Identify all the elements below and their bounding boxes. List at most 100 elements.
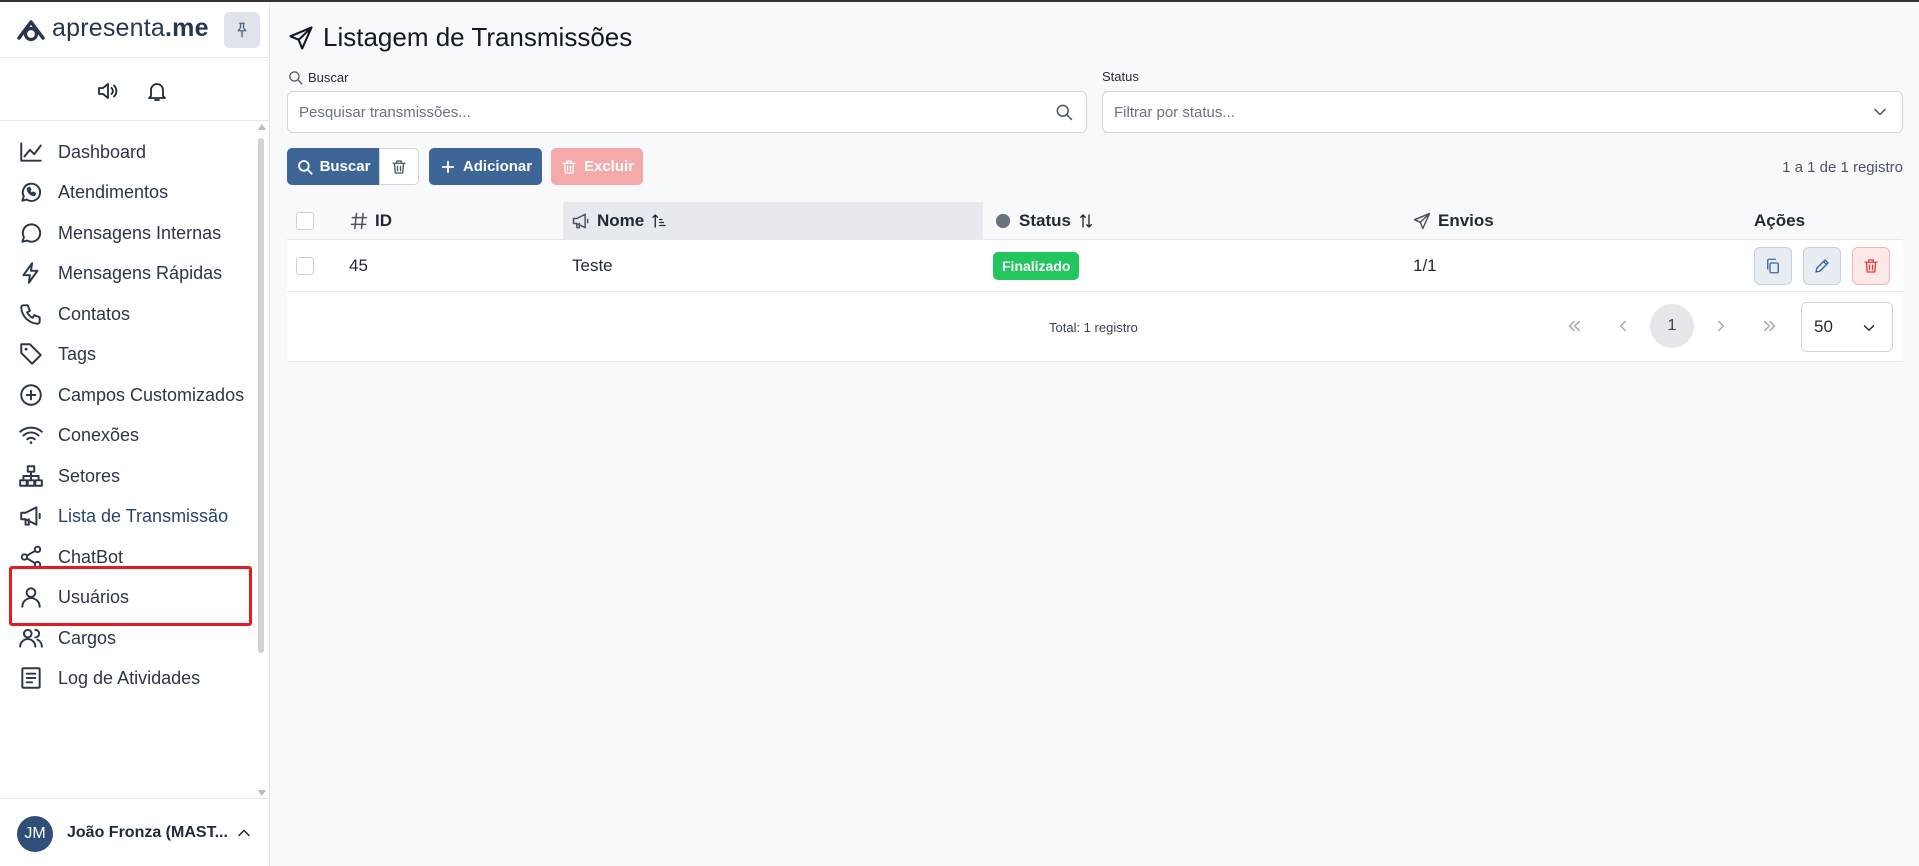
scroll-down-arrow[interactable]	[258, 790, 266, 796]
column-sends[interactable]: Envios	[1412, 202, 1494, 240]
sidebar-item-cargos[interactable]: Cargos	[18, 618, 250, 658]
chevron-down-icon	[1863, 325, 1875, 331]
page-size-value: 50	[1814, 317, 1833, 336]
sidebar-item-label: Tags	[58, 343, 97, 364]
trash-icon	[392, 159, 406, 174]
users-icon	[19, 628, 43, 648]
search-label: Buscar	[287, 69, 348, 86]
plus-icon	[441, 160, 455, 173]
sidebar-item-conexoes[interactable]: Conexões	[18, 415, 250, 455]
search-button[interactable]: Buscar	[287, 148, 379, 185]
status-badge: Finalizado	[993, 252, 1080, 280]
send-icon	[289, 25, 313, 50]
add-button-label: Adicionar	[462, 158, 533, 175]
clear-filters-button[interactable]	[379, 148, 419, 185]
sidebar-item-atendimentos[interactable]: Atendimentos	[18, 172, 250, 212]
select-all-cell	[296, 202, 326, 240]
cell-sends: 1/1	[1413, 256, 1437, 275]
sort-icon[interactable]	[1077, 212, 1095, 230]
sidebar-item-chatbot[interactable]: ChatBot	[18, 537, 250, 577]
logo-icon	[17, 20, 45, 42]
search-field[interactable]	[287, 91, 1087, 133]
column-id[interactable]: ID	[349, 202, 392, 240]
user-name: João Fronza (MAST...	[67, 824, 228, 841]
delete-row-button[interactable]	[1852, 247, 1890, 285]
user-icon	[21, 587, 41, 608]
sidebar-item-label: Setores	[58, 465, 121, 486]
row-checkbox[interactable]	[296, 257, 314, 275]
sidebar-item-label: Dashboard	[58, 141, 147, 162]
sidebar-item-mensagens-internas[interactable]: Mensagens Internas	[18, 213, 250, 253]
sort-ascending-icon[interactable]	[650, 212, 668, 230]
chevron-up-icon[interactable]	[234, 823, 254, 843]
sidebar-item-campos-customizados[interactable]: Campos Customizados	[18, 375, 250, 415]
bell-icon[interactable]	[145, 79, 169, 103]
select-all-checkbox[interactable]	[296, 212, 314, 230]
column-sends-label: Envios	[1438, 211, 1494, 230]
main-content: Listagem de Transmissões Buscar Status F…	[271, 2, 1919, 866]
sidebar-item-log-de-atividades[interactable]: Log de Atividades	[18, 658, 250, 698]
sidebar-item-usuarios[interactable]: Usuários	[18, 577, 250, 617]
speaker-icon[interactable]	[95, 79, 119, 103]
sidebar-item-label: Contatos	[58, 303, 131, 324]
sidebar-item-setores[interactable]: Setores	[18, 456, 250, 496]
chevron-left-icon	[1620, 320, 1626, 332]
search-button-label: Buscar	[319, 158, 371, 175]
chevron-down-icon[interactable]	[1870, 102, 1890, 122]
megaphone-icon	[572, 213, 589, 229]
column-status-label: Status	[1019, 211, 1071, 230]
add-button[interactable]: Adicionar	[429, 148, 542, 185]
duplicate-button[interactable]	[1754, 247, 1792, 285]
sidebar-nav: Dashboard Atendimentos Mensagens Interna…	[0, 128, 256, 798]
user-menu[interactable]: JM João Fronza (MAST...	[0, 798, 269, 866]
pin-icon	[237, 22, 247, 38]
sidebar: apresenta.me Dashboard Atendimentos Mens…	[0, 2, 270, 866]
tag-icon	[20, 343, 42, 365]
quick-icons-row	[0, 59, 269, 121]
sidebar-item-label: Log de Atividades	[58, 667, 201, 688]
search-icon[interactable]	[1054, 102, 1074, 122]
page-1-button[interactable]: 1	[1650, 304, 1694, 348]
broadcast-table: ID Nome Status Envios Ações 45 Teste Fin…	[287, 202, 1903, 362]
pin-sidebar-button[interactable]	[224, 12, 260, 48]
whatsapp-icon	[21, 182, 42, 202]
cell-id: 45	[349, 256, 368, 275]
share-icon	[20, 545, 42, 569]
trash-icon	[562, 159, 576, 174]
search-icon	[297, 159, 313, 175]
table-row[interactable]: 45 Teste Finalizado 1/1	[287, 240, 1903, 292]
chevrons-right-icon	[1764, 320, 1776, 332]
sidebar-item-label: Atendimentos	[58, 181, 169, 202]
pencil-icon	[1815, 259, 1829, 273]
last-page-button[interactable]	[1748, 304, 1792, 348]
megaphone-icon	[20, 506, 41, 526]
sidebar-item-lista-de-transmissao[interactable]: Lista de Transmissão	[18, 496, 250, 536]
edit-button[interactable]	[1803, 247, 1841, 285]
column-actions-label: Ações	[1754, 211, 1806, 230]
status-label-text: Status	[1102, 69, 1139, 84]
first-page-button[interactable]	[1552, 304, 1596, 348]
sidebar-item-label: Usuários	[58, 586, 130, 607]
prev-page-button[interactable]	[1601, 304, 1645, 348]
sidebar-item-mensagens-rapidas[interactable]: Mensagens Rápidas	[18, 253, 250, 293]
search-input[interactable]	[299, 103, 1086, 121]
sidebar-item-label: Conexões	[58, 424, 140, 445]
sitemap-icon	[19, 465, 43, 487]
brand-name: apresenta.me	[52, 14, 209, 43]
next-page-button[interactable]	[1699, 304, 1743, 348]
sidebar-scrollbar[interactable]	[256, 122, 266, 798]
sidebar-item-tags[interactable]: Tags	[18, 334, 250, 374]
brand-name-prefix: apresenta	[52, 14, 165, 42]
page-size-select[interactable]: 50	[1801, 302, 1893, 352]
status-select[interactable]: Filtrar por status...	[1102, 91, 1903, 133]
scroll-up-arrow[interactable]	[258, 124, 266, 130]
status-label: Status	[1102, 69, 1139, 84]
sidebar-item-dashboard[interactable]: Dashboard	[18, 132, 250, 172]
column-name[interactable]: Nome	[563, 202, 983, 240]
chart-line-icon	[20, 142, 42, 162]
scroll-thumb[interactable]	[258, 138, 264, 653]
sidebar-item-label: ChatBot	[58, 546, 124, 567]
column-status[interactable]: Status	[993, 202, 1095, 240]
sidebar-item-contatos[interactable]: Contatos	[18, 294, 250, 334]
delete-button[interactable]: Excluir	[551, 148, 643, 185]
